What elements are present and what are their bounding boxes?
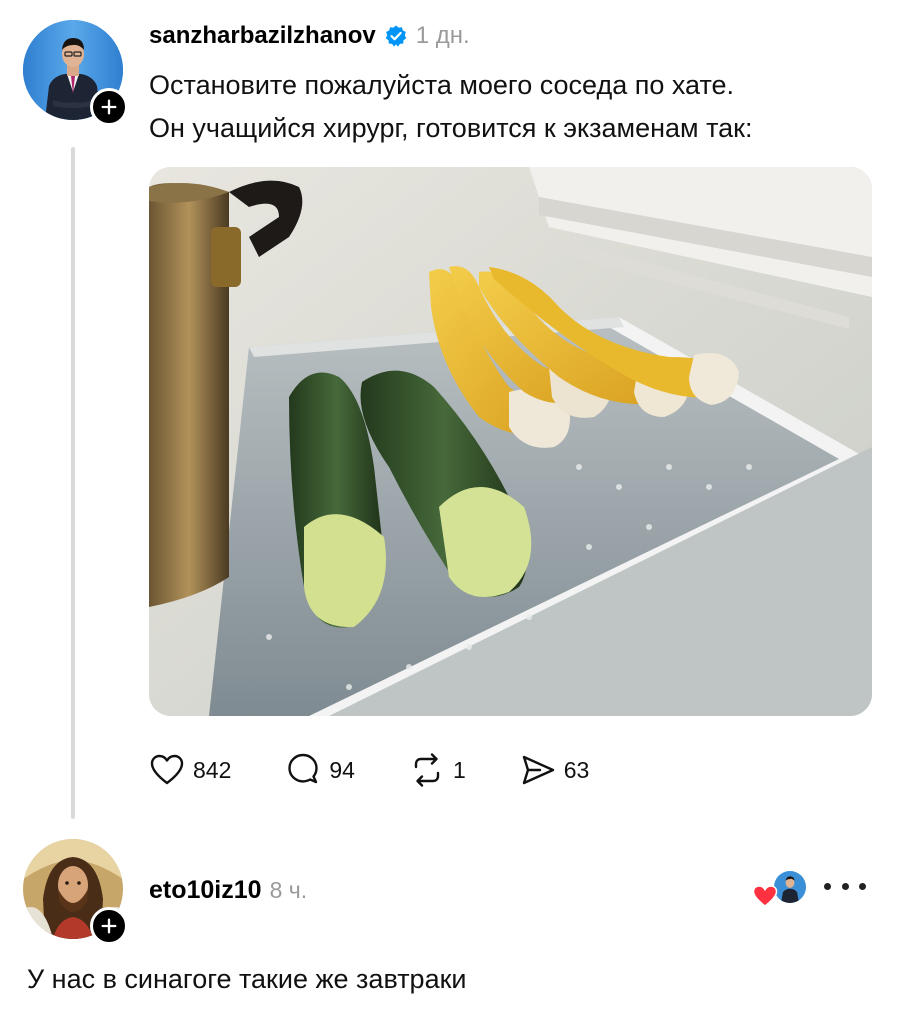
share-button[interactable]: 63	[518, 750, 590, 790]
more-options-button[interactable]	[824, 876, 866, 896]
post-header: sanzharbazilzhanov 1 дн.	[149, 19, 470, 53]
more-dot-icon	[824, 882, 831, 890]
heart-icon	[150, 754, 184, 785]
repost-button[interactable]: 1	[407, 750, 466, 790]
follow-author-button[interactable]	[90, 88, 128, 126]
fridge-photo-icon	[149, 167, 872, 716]
comment-button[interactable]: 94	[283, 750, 355, 790]
repost-icon	[414, 753, 440, 787]
plus-icon	[101, 99, 117, 115]
verified-badge-icon	[384, 24, 408, 48]
heart-filled-icon	[752, 885, 778, 907]
post-actions: 842 94 1 63	[147, 748, 641, 792]
comment-bubble-icon	[288, 753, 319, 784]
like-button[interactable]: 842	[147, 750, 231, 790]
author-liked-indicator[interactable]	[752, 869, 808, 911]
reply-body: У нас в синагоге такие же завтраки	[27, 964, 467, 994]
post-caption: Остановите пожалуйста моего соседа по ха…	[149, 64, 869, 150]
reply-header: eto10iz10 8 ч.	[149, 873, 307, 907]
send-icon	[522, 755, 554, 785]
like-count: 842	[193, 756, 232, 783]
post-caption-line: Он учащийся хирург, готовится к экзамена…	[149, 113, 753, 143]
more-dot-icon	[859, 882, 866, 890]
post-timestamp: 1 дн.	[415, 22, 470, 49]
post-author-username[interactable]: sanzharbazilzhanov	[149, 22, 376, 50]
reply-timestamp: 8 ч.	[269, 876, 308, 903]
share-count: 63	[563, 756, 590, 783]
comment-count: 94	[329, 756, 355, 783]
repost-count: 1	[452, 756, 466, 783]
thread-connector-line	[71, 147, 75, 819]
reply-author-username[interactable]: eto10iz10	[149, 876, 262, 905]
post-photo[interactable]	[149, 167, 872, 716]
more-dot-icon	[841, 882, 849, 890]
follow-reply-author-button[interactable]	[90, 907, 128, 945]
post-caption-line: Остановите пожалуйста моего соседа по ха…	[149, 70, 735, 100]
plus-icon	[101, 918, 117, 934]
